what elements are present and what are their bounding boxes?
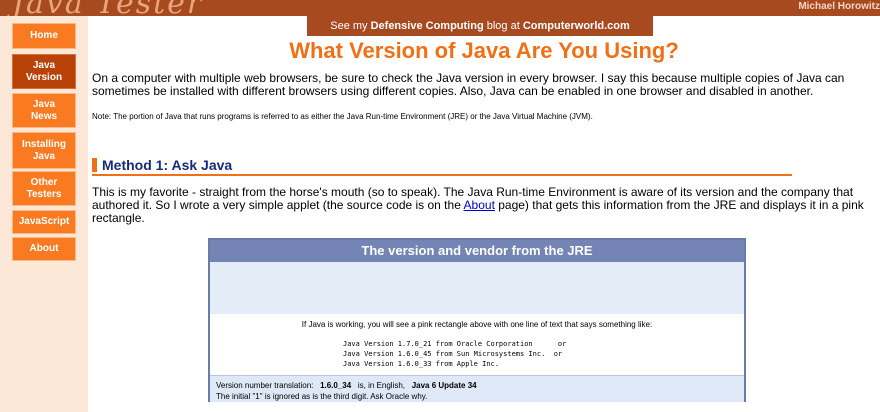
nav-label-line1: Java: [32, 98, 56, 110]
heading-marker: [92, 158, 97, 172]
blog-banner-prefix: See my: [330, 20, 371, 32]
jre-instruction: If Java is working, you will see a pink …: [301, 320, 653, 329]
jre-info-box: The version and vendor from the JRE If J…: [208, 238, 746, 402]
nav-about[interactable]: About: [12, 237, 76, 261]
applet-area[interactable]: [210, 262, 744, 314]
site-logo[interactable]: Java Tester: [12, 0, 203, 16]
version-example: Java Version 1.6.0_45 from Sun Microsyst…: [343, 350, 563, 358]
nav-label-line2: News: [30, 110, 58, 122]
nav-label: About: [29, 243, 59, 254]
translation-result: Java 6 Update 34: [411, 381, 477, 390]
method-heading: Method 1: Ask Java: [92, 156, 792, 176]
translation-middle: is, in English,: [357, 381, 406, 390]
method-heading-text: Method 1: Ask Java: [102, 157, 233, 173]
blog-banner-bold1: Defensive Computing: [370, 20, 484, 32]
sidebar: Home Java Version Java News Installing J…: [0, 16, 88, 412]
version-translation: Version number translation: 1.6.0_34 is,…: [210, 375, 744, 402]
nav-label-line2: Version: [25, 71, 63, 83]
note-text: Note: The portion of Java that runs prog…: [92, 112, 593, 121]
nav-label-line1: Installing: [22, 138, 66, 150]
version-examples: Java Version 1.7.0_21 from Oracle Corpor…: [343, 339, 566, 369]
intro-paragraph: On a computer with multiple web browsers…: [92, 71, 845, 98]
translation-version: 1.6.0_34: [320, 381, 352, 390]
nav-label: Home: [30, 30, 58, 41]
version-example: Java Version 1.7.0_21 from Oracle Corpor…: [343, 340, 567, 348]
nav-home[interactable]: Home: [12, 23, 76, 49]
nav-javascript[interactable]: JavaScript: [12, 210, 76, 234]
translation-prefix: Version number translation:: [216, 381, 314, 390]
about-link[interactable]: About: [464, 198, 495, 212]
jre-box-header: The version and vendor from the JRE: [210, 240, 744, 262]
nav-label-line2: Testers: [26, 188, 62, 200]
blog-banner-middle: blog at: [483, 20, 523, 32]
translation-note: The initial "1" is ignored as is the thi…: [216, 392, 428, 401]
version-example: Java Version 1.6.0_33 from Apple Inc.: [343, 360, 499, 368]
nav-java-news[interactable]: Java News: [12, 93, 76, 128]
nav-label-line1: Java: [32, 59, 56, 71]
nav-label-line1: Other: [30, 176, 58, 188]
blog-banner-bold2: Computerworld.com: [522, 20, 630, 32]
nav-java-version[interactable]: Java Version: [12, 54, 76, 89]
top-banner: Java Tester Michael Horowitz: [0, 0, 880, 16]
nav-other-testers[interactable]: Other Testers: [12, 171, 76, 206]
nav-label-line2: Java: [32, 150, 56, 162]
translation-line: Version number translation: 1.6.0_34 is,…: [216, 380, 738, 391]
nav-label: JavaScript: [18, 216, 70, 227]
nav-installing-java[interactable]: Installing Java: [12, 132, 76, 169]
page-title: What Version of Java Are You Using?: [289, 38, 679, 63]
method-paragraph: This is my favorite - straight from the …: [92, 186, 867, 225]
blog-banner[interactable]: See my Defensive Computing blog at Compu…: [307, 16, 653, 36]
author-name: Michael Horowitz: [798, 1, 880, 12]
